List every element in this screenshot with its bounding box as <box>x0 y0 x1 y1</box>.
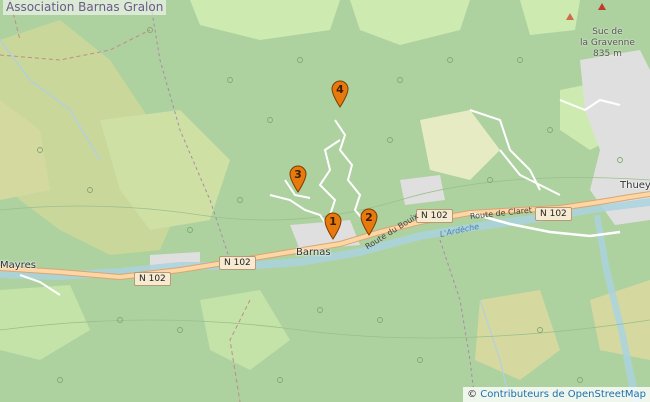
map-attribution: © Contributeurs de OpenStreetMap <box>463 387 650 402</box>
map-marker-1[interactable]: 1 <box>323 212 343 240</box>
marker-number: 3 <box>294 168 302 181</box>
openstreetmap-link[interactable]: Contributeurs de OpenStreetMap <box>480 389 646 400</box>
road-shield-n102: N 102 <box>535 207 572 221</box>
marker-number: 2 <box>365 211 373 224</box>
marker-number: 4 <box>336 83 344 96</box>
place-label-thueyts: Thuey <box>620 180 650 191</box>
place-label-barnas: Barnas <box>296 247 331 258</box>
map-marker-3[interactable]: 3 <box>288 165 308 193</box>
peak-name-line1: Suc de <box>592 27 623 37</box>
map-title: Association Barnas Gralon <box>3 0 167 15</box>
peak-name-line2: la Gravenne <box>580 38 635 48</box>
peak-label: Suc de la Gravenne 835 m <box>580 27 635 60</box>
map-marker-4[interactable]: 4 <box>330 80 350 108</box>
map-view[interactable]: Association Barnas Gralon Suc de la Grav… <box>0 0 650 402</box>
peak-elevation: 835 m <box>593 49 622 59</box>
road-shield-n102: N 102 <box>134 272 171 286</box>
copyright-symbol: © <box>467 389 478 400</box>
place-label-mayres: Mayres <box>0 260 36 271</box>
marker-number: 1 <box>329 215 337 228</box>
road-shield-n102: N 102 <box>416 209 453 223</box>
map-tiles <box>0 0 650 402</box>
map-marker-2[interactable]: 2 <box>359 208 379 236</box>
road-shield-n102: N 102 <box>219 256 256 270</box>
